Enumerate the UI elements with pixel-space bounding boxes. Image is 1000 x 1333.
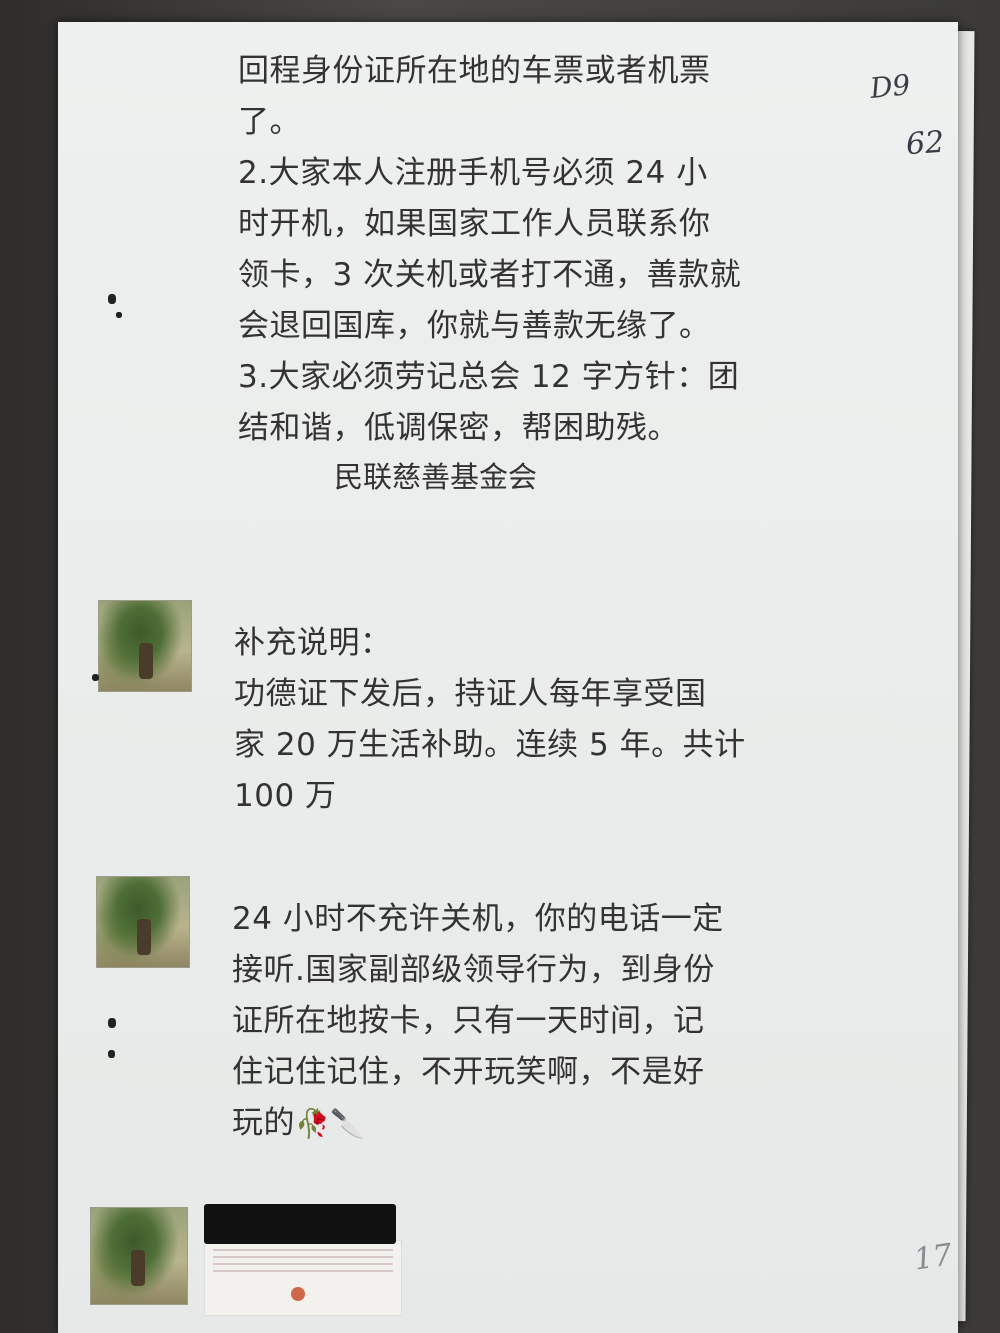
foundation-signature: 民联慈善基金会 [334, 460, 538, 494]
message-line: 功德证下发后，持证人每年享受国 [234, 676, 707, 712]
ink-speck [108, 294, 116, 304]
bonsai-tree-avatar-icon [90, 1207, 188, 1305]
message-line: 24 小时不充许关机，你的电话一定 [232, 901, 724, 937]
message-line: 家 20 万生活补助。连续 5 年。共计 [234, 727, 746, 763]
message-line: 领卡，3 次关机或者打不通，善款就 [238, 257, 742, 293]
message-line: 了。 [238, 104, 301, 140]
message-line: 会退回国库，你就与善款无缘了。 [238, 308, 711, 344]
certificate-image-thumbnail [204, 1240, 402, 1316]
chat-message-supplement: 补充说明： 功德证下发后，持证人每年享受国 家 20 万生活补助。连续 5 年。… [234, 618, 746, 822]
wilted-flower-knife-emoji-icon: 🥀🔪 [295, 1107, 366, 1140]
bonsai-tree-avatar-icon [98, 600, 192, 692]
certificate-fine-print [213, 1249, 393, 1275]
handwritten-page-number: 62 [904, 124, 946, 163]
message-line: 2.大家本人注册手机号必须 24 小 [238, 155, 708, 191]
red-seal-icon [291, 1287, 305, 1301]
handwritten-mark-top: D9 [868, 67, 912, 106]
message-line: 住记住记住，不开玩笑啊，不是好 [232, 1054, 705, 1090]
bonsai-tree-avatar-icon [96, 876, 190, 968]
message-line: 玩的🥀🔪 [232, 1098, 724, 1149]
ink-speck [108, 1018, 116, 1028]
message-line: 回程身份证所在地的车票或者机票 [238, 53, 711, 89]
ink-speck [116, 312, 122, 318]
message-line-text: 玩的 [232, 1105, 295, 1141]
ink-speck [108, 1050, 115, 1058]
printed-page: 回程身份证所在地的车票或者机票 了。 2.大家本人注册手机号必须 24 小 时开… [58, 22, 958, 1333]
message-line: 时开机，如果国家工作人员联系你 [238, 206, 711, 242]
message-line: 接听.国家副部级领导行为，到身份 [232, 952, 715, 988]
message-line: 证所在地按卡，只有一天时间，记 [232, 1003, 705, 1039]
chat-message-rules: 回程身份证所在地的车票或者机票 了。 2.大家本人注册手机号必须 24 小 时开… [238, 46, 741, 454]
chat-message-phone-warning: 24 小时不充许关机，你的电话一定 接听.国家副部级领导行为，到身份 证所在地按… [232, 894, 724, 1149]
handwritten-mark-bottom: 17 [911, 1237, 955, 1278]
message-line: 结和谐，低调保密，帮困助残。 [238, 410, 679, 446]
message-line: 100 万 [234, 778, 337, 814]
redaction-bar [204, 1204, 396, 1244]
ink-speck [92, 674, 99, 681]
message-line: 3.大家必须劳记总会 12 字方针：团 [238, 359, 740, 395]
message-line: 补充说明： [234, 625, 392, 661]
